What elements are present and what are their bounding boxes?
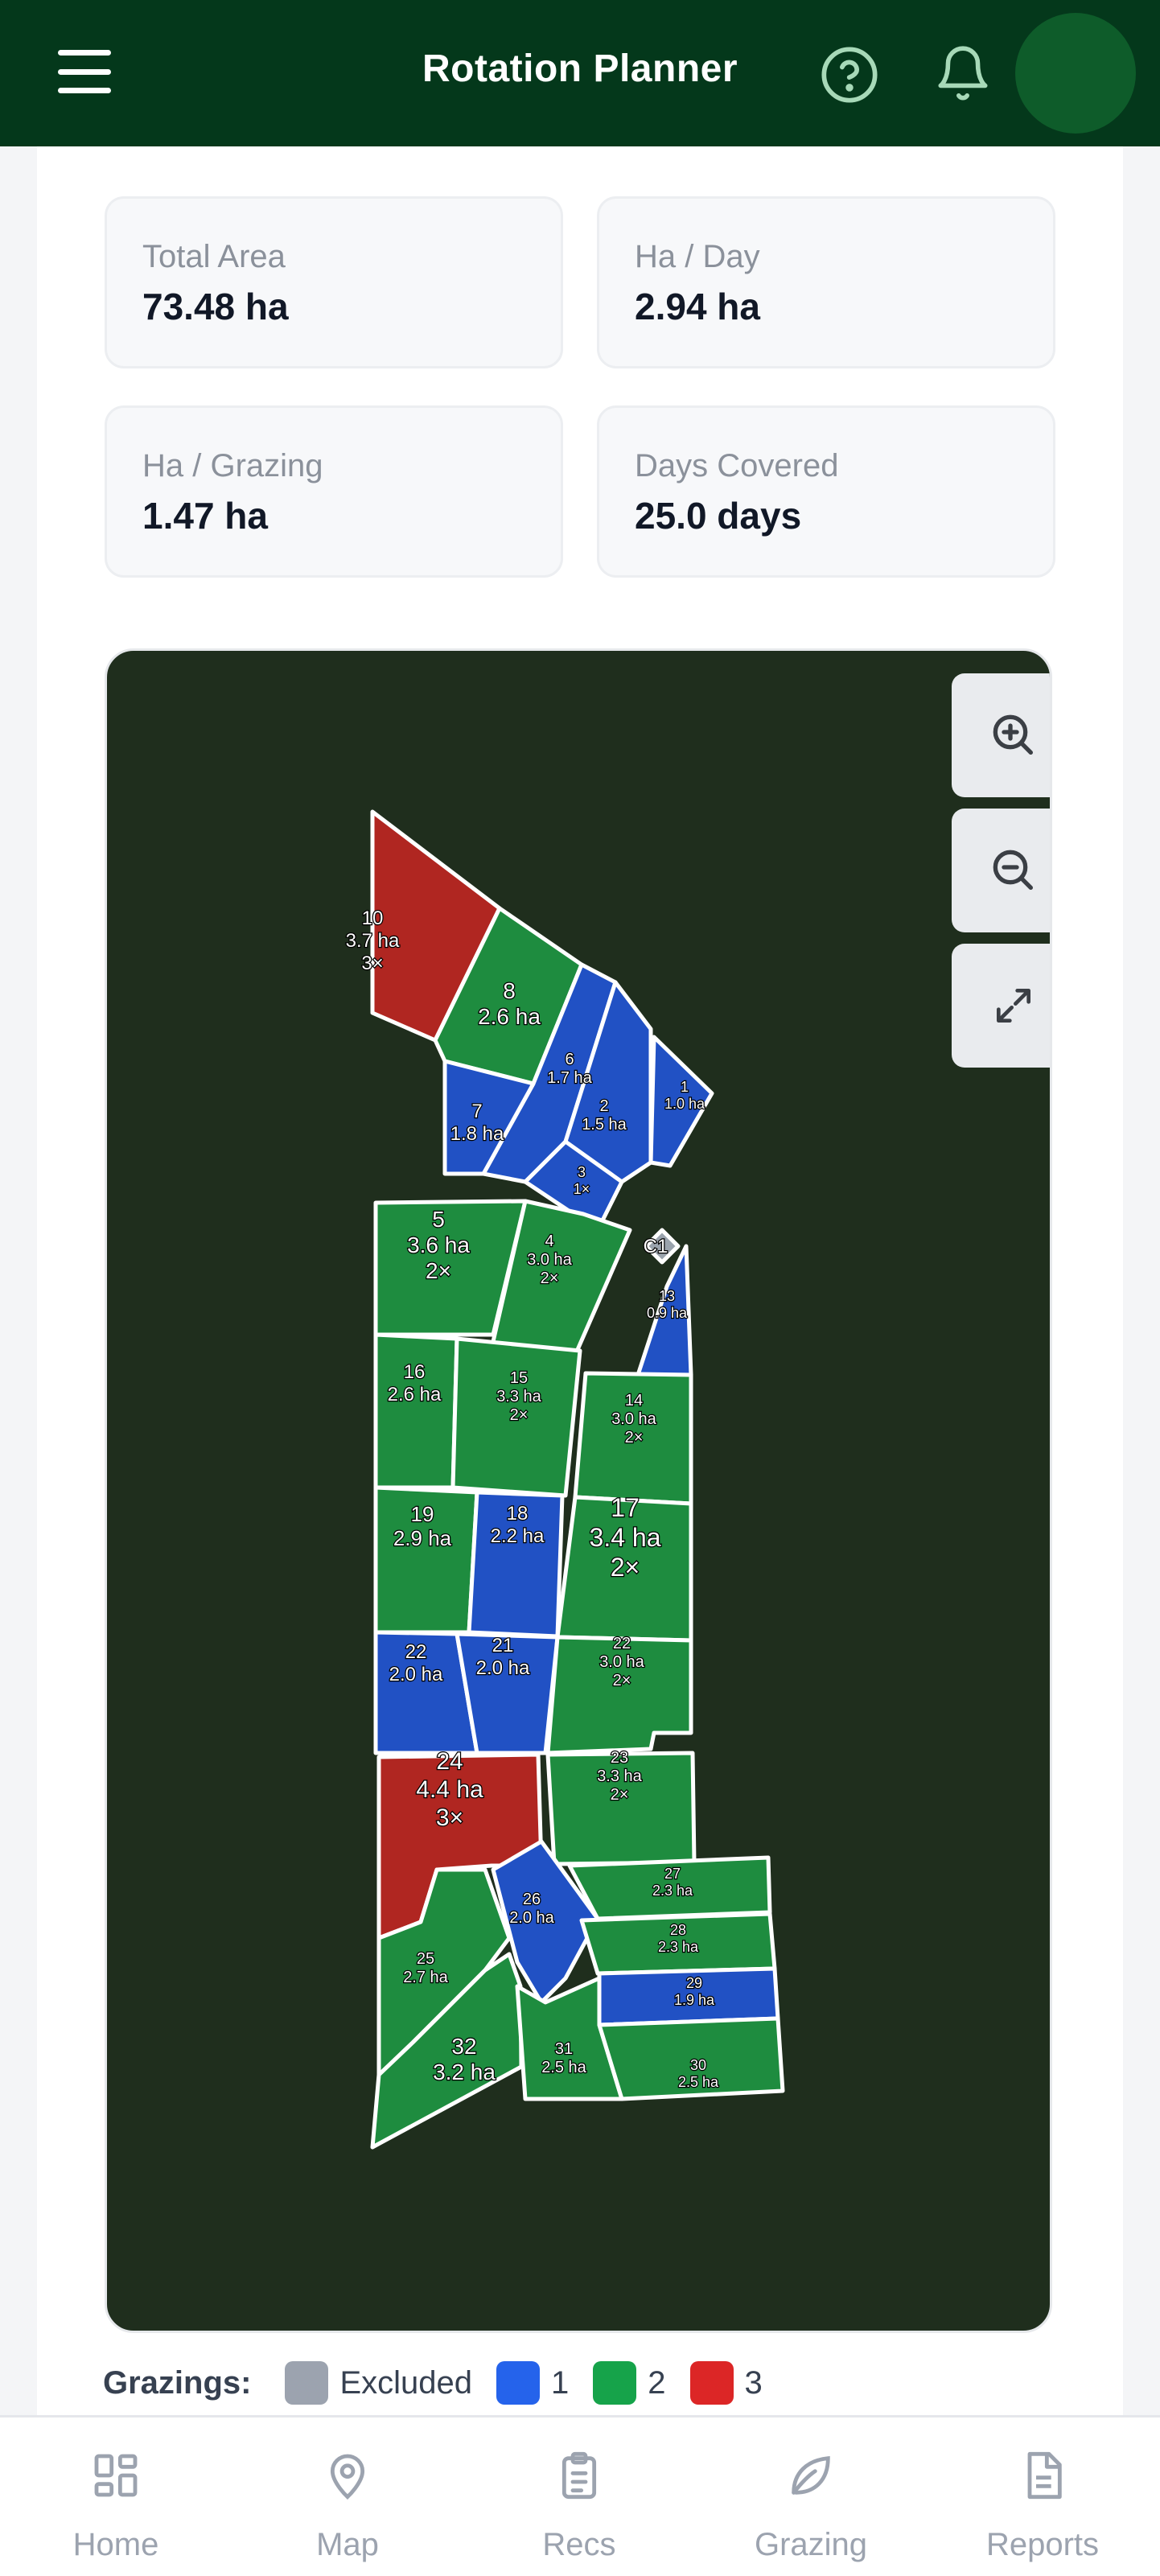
zoom-out-icon bbox=[993, 850, 1033, 890]
nav-label: Map bbox=[316, 2527, 379, 2562]
home-grid-icon bbox=[94, 2454, 138, 2497]
legend-title: Grazings: bbox=[103, 2364, 252, 2401]
leaf-icon bbox=[792, 2456, 830, 2495]
paddock-map[interactable]: 10 3.7 ha 3× 8 2.6 ha 6 1.7 ha 1 1.0 ha 7 1.8 ha 2 1… bbox=[105, 648, 1052, 2333]
legend-swatch-3 bbox=[689, 2361, 734, 2405]
legend-label: 1 bbox=[551, 2364, 570, 2401]
paddock-layer[interactable]: 10 3.7 ha 3×8 2.6 ha6 1.7 ha 1 1.0 ha7 1.8 ha2 1… bbox=[107, 651, 1052, 2333]
stat-value: 73.48 ha bbox=[142, 286, 289, 327]
document-icon bbox=[1027, 2451, 1062, 2500]
zoom-in-icon bbox=[993, 714, 1033, 755]
paddock-label: C1 bbox=[644, 1236, 668, 1257]
legend-swatch-excluded bbox=[285, 2361, 329, 2405]
stat-ha-per-grazing: Ha / Grazing 1.47 ha bbox=[105, 405, 563, 578]
stat-label: Ha / Grazing bbox=[142, 448, 323, 484]
legend-label: 2 bbox=[648, 2364, 666, 2401]
stat-ha-per-day: Ha / Day 2.94 ha bbox=[597, 196, 1055, 368]
grazings-legend: Grazings: Excluded 1 2 3 bbox=[103, 2359, 787, 2407]
stat-value: 2.94 ha bbox=[635, 286, 760, 327]
stat-total-area: Total Area 73.48 ha bbox=[105, 196, 563, 368]
nav-recs[interactable]: Recs bbox=[463, 2418, 695, 2576]
nav-label: Home bbox=[72, 2527, 159, 2562]
nav-reports[interactable]: Reports bbox=[927, 2418, 1158, 2576]
content-card: Total Area 73.48 ha Ha / Day 2.94 ha Ha … bbox=[37, 146, 1123, 2415]
help-circle-icon[interactable] bbox=[819, 44, 880, 105]
paddock-16[interactable] bbox=[373, 1332, 459, 1490]
legend-label: Excluded bbox=[339, 2364, 473, 2401]
stat-label: Days Covered bbox=[635, 448, 839, 484]
stat-label: Ha / Day bbox=[635, 239, 760, 274]
legend-swatch-1 bbox=[496, 2361, 541, 2405]
nav-grazing[interactable]: Grazing bbox=[695, 2418, 927, 2576]
stat-value: 1.47 ha bbox=[142, 495, 268, 537]
zoom-in-button[interactable] bbox=[952, 673, 1050, 797]
stat-label: Total Area bbox=[142, 239, 286, 274]
nav-label: Grazing bbox=[754, 2527, 868, 2562]
legend-swatch-2 bbox=[593, 2361, 637, 2405]
map-pin-icon bbox=[330, 2454, 365, 2500]
clipboard-icon bbox=[561, 2451, 597, 2500]
bottom-nav: Home Map Recs Grazing Reports bbox=[0, 2415, 1160, 2576]
bell-icon[interactable] bbox=[933, 42, 993, 105]
nav-label: Recs bbox=[542, 2527, 616, 2562]
fullscreen-icon bbox=[997, 989, 1030, 1023]
stat-value: 25.0 days bbox=[635, 495, 802, 537]
fullscreen-button[interactable] bbox=[952, 944, 1050, 1068]
nav-label: Reports bbox=[985, 2527, 1100, 2562]
app-header: Rotation Planner bbox=[0, 0, 1160, 146]
nav-home[interactable]: Home bbox=[0, 2418, 232, 2576]
stat-days-covered: Days Covered 25.0 days bbox=[597, 405, 1055, 578]
avatar[interactable] bbox=[1015, 13, 1136, 134]
nav-map[interactable]: Map bbox=[232, 2418, 463, 2576]
legend-label: 3 bbox=[744, 2364, 763, 2401]
zoom-out-button[interactable] bbox=[952, 809, 1050, 932]
